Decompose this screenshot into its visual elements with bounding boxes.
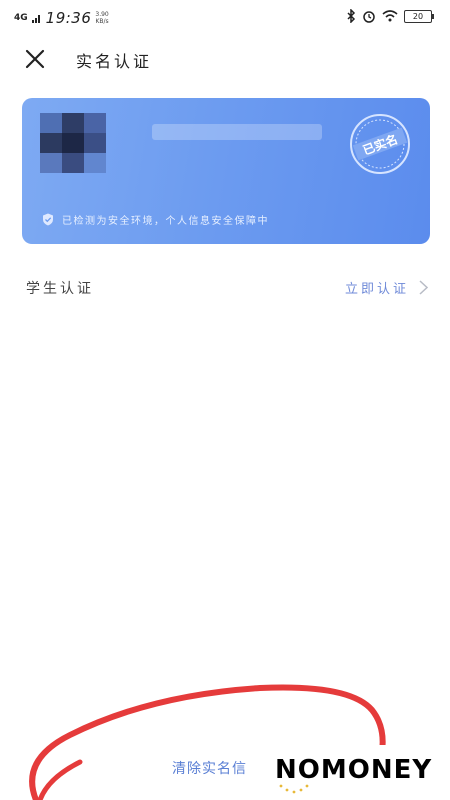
network-speed-value: 3.90 — [95, 11, 109, 18]
nomoney-logo: NOMONEY — [249, 745, 450, 800]
avatar-mosaic — [40, 113, 130, 173]
network-speed: 3.90 KB/s — [95, 11, 108, 25]
network-indicator: 4G — [14, 12, 28, 23]
wifi-icon — [382, 10, 398, 22]
shield-icon — [43, 213, 53, 226]
battery-icon: 20 — [404, 9, 434, 23]
clear-verification-link[interactable]: 清除实名信 — [172, 758, 247, 778]
nav-bar: 实名认证 — [0, 38, 450, 80]
status-bar: 4G 19:36 3.90 KB/s 20 — [0, 0, 450, 36]
identity-card: 已实名 已检测为安全环境，个人信息安全保障中 — [22, 98, 430, 244]
status-right: 20 — [346, 9, 434, 23]
student-verification-row[interactable]: 学生认证 立即认证 — [0, 272, 450, 306]
status-left: 4G 19:36 3.90 KB/s — [14, 9, 109, 27]
status-time: 19:36 — [45, 9, 92, 27]
secure-message: 已检测为安全环境，个人信息安全保障中 — [62, 216, 269, 227]
chevron-right-icon — [419, 280, 428, 295]
verify-now-button[interactable]: 立即认证 — [345, 278, 428, 297]
blurred-name — [152, 124, 322, 140]
logo-coin-dots-icon — [279, 784, 309, 794]
signal-icon — [31, 15, 40, 23]
stamp-text: 已实名 — [361, 131, 400, 157]
page-title: 实名认证 — [76, 52, 153, 71]
alarm-icon — [363, 11, 375, 23]
network-speed-unit: KB/s — [95, 18, 109, 25]
verified-stamp: 已实名 — [350, 114, 410, 174]
close-icon[interactable] — [22, 46, 48, 72]
verify-now-label: 立即认证 — [344, 282, 409, 297]
secure-notice: 已检测为安全环境，个人信息安全保障中 — [42, 212, 269, 227]
student-label: 学生认证 — [26, 281, 94, 297]
bluetooth-icon — [347, 9, 356, 23]
